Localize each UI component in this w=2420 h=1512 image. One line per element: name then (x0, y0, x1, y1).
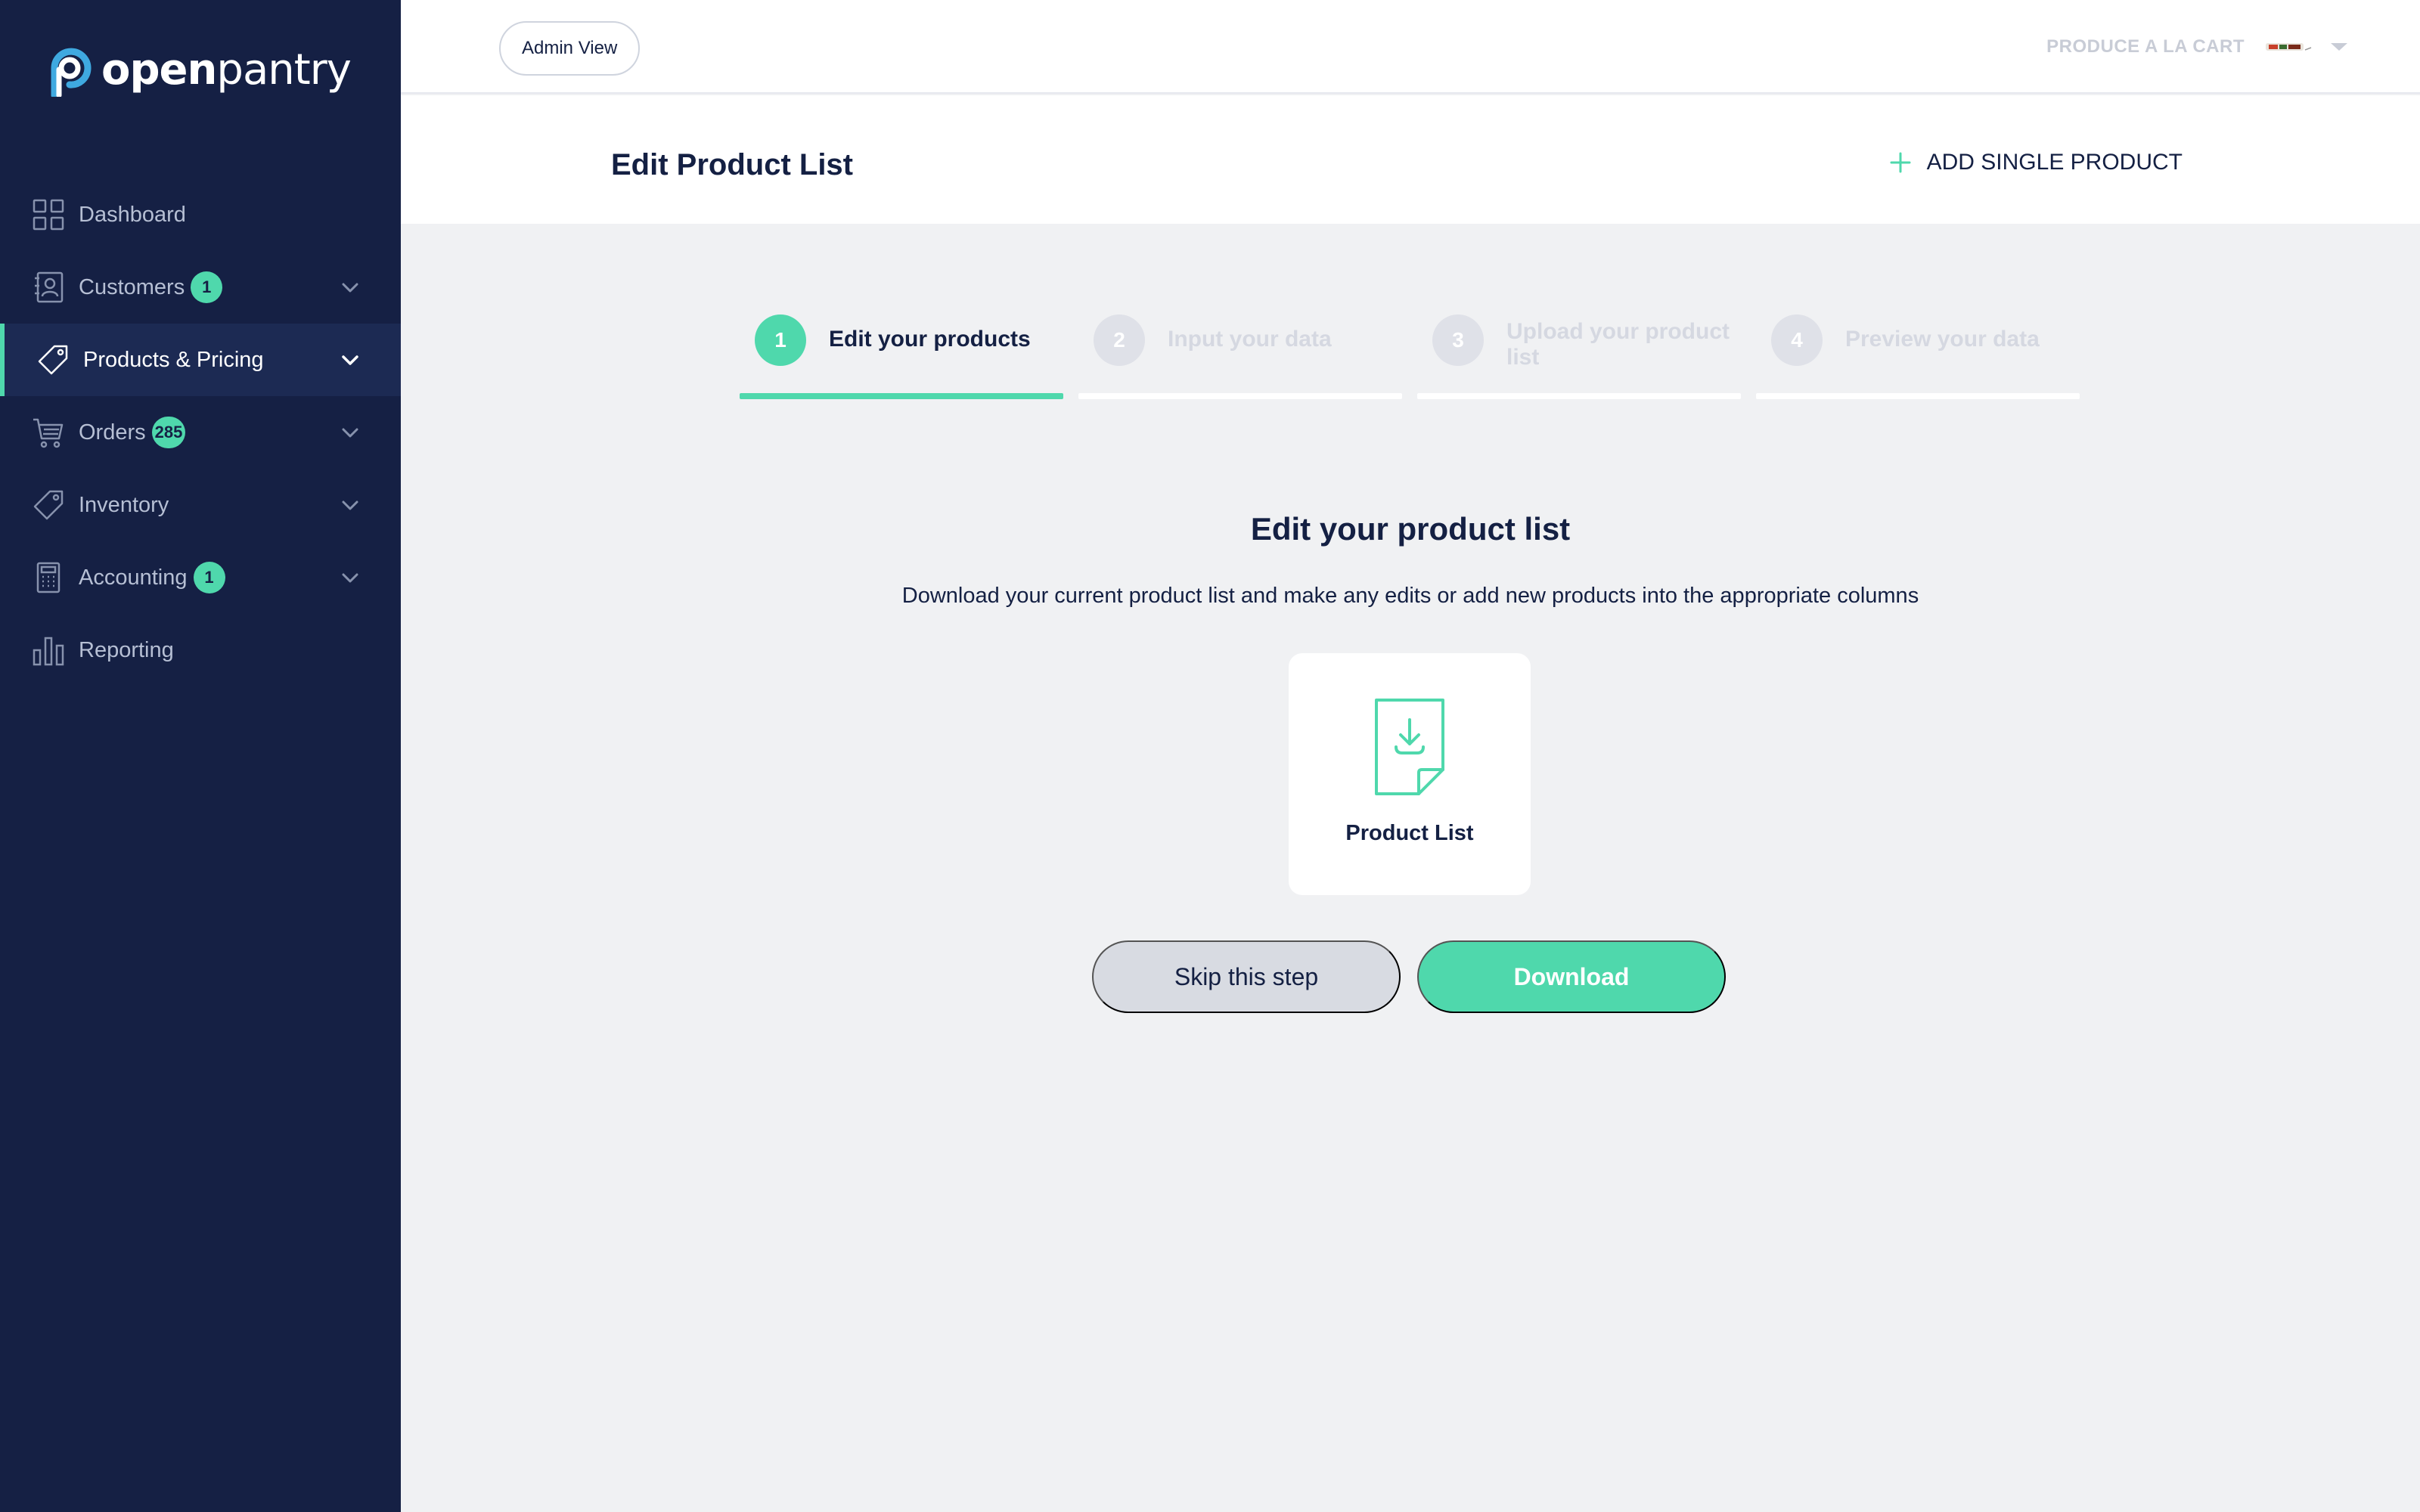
accounting-count-badge: 1 (193, 562, 225, 593)
logo-text: openpantry (101, 45, 352, 94)
chevron-down-icon[interactable] (339, 494, 361, 516)
step-edit-products[interactable]: 1 Edit your products (740, 302, 1063, 399)
sidebar-item-label: Dashboard (79, 202, 186, 227)
sidebar-item-label: Reporting (79, 637, 174, 662)
sidebar-item-label: Customers (79, 274, 185, 299)
step-number: 1 (755, 314, 806, 366)
chevron-down-icon[interactable] (339, 421, 361, 444)
sidebar-item-accounting[interactable]: Accounting 1 (0, 541, 401, 614)
cart-icon (32, 416, 65, 449)
account-logo-icon (2266, 43, 2312, 51)
step-number: 2 (1094, 314, 1145, 366)
step-upload-product-list[interactable]: 3 Upload your product list (1417, 302, 1741, 399)
calculator-icon (32, 561, 65, 594)
add-single-product-button[interactable]: ADD SINGLE PRODUCT (1889, 150, 2183, 175)
orders-count-badge: 285 (151, 417, 186, 448)
sidebar-item-reporting[interactable]: Reporting (0, 614, 401, 686)
sidebar: openpantry Dashboard Customers 1 Product… (0, 0, 401, 1512)
openpantry-logo[interactable]: openpantry (44, 39, 352, 100)
sidebar-item-orders[interactable]: Orders 285 (0, 396, 401, 469)
tag-icon (32, 488, 65, 522)
sidebar-item-label: Products & Pricing (83, 347, 264, 372)
progress-stepper: 1 Edit your products 2 Input your data 3… (740, 302, 2081, 399)
step-label: Upload your product list (1506, 319, 1730, 370)
account-name: PRODUCE A LA CART (2046, 36, 2245, 57)
step-progress-bar (1417, 393, 1741, 399)
file-download-icon (1375, 699, 1444, 795)
chevron-down-icon[interactable] (339, 276, 361, 299)
step-progress-bar (740, 393, 1063, 399)
top-bar: Admin View PRODUCE A LA CART (401, 0, 2420, 94)
page-header: Edit Product List ADD SINGLE PRODUCT (401, 95, 2420, 224)
bar-chart-icon (32, 634, 65, 667)
sidebar-item-dashboard[interactable]: Dashboard (0, 178, 401, 251)
step-label: Edit your products (829, 327, 1031, 352)
step-input-data[interactable]: 2 Input your data (1078, 302, 1402, 399)
step-number: 3 (1432, 314, 1484, 366)
contacts-icon (32, 271, 65, 304)
section-description: Download your current product list and m… (901, 584, 1919, 608)
admin-view-button[interactable]: Admin View (499, 21, 641, 76)
sidebar-item-label: Inventory (79, 492, 169, 517)
chevron-down-icon[interactable] (339, 349, 361, 371)
customers-count-badge: 1 (191, 271, 223, 303)
step-preview-data[interactable]: 4 Preview your data (1756, 302, 2080, 399)
download-button[interactable]: Download (1417, 940, 1726, 1013)
step-number: 4 (1771, 314, 1823, 366)
sidebar-item-label: Accounting (79, 565, 188, 590)
page-title: Edit Product List (611, 148, 853, 181)
sidebar-item-customers[interactable]: Customers 1 (0, 251, 401, 324)
plus-icon (1890, 152, 1911, 173)
step-label: Input your data (1168, 327, 1332, 352)
step-progress-bar (1756, 393, 2080, 399)
step-label: Preview your data (1845, 327, 2040, 352)
skip-step-button[interactable]: Skip this step (1092, 940, 1401, 1013)
add-single-product-label: ADD SINGLE PRODUCT (1926, 150, 2183, 175)
chevron-down-icon[interactable] (339, 566, 361, 589)
grid-icon (32, 198, 65, 231)
caret-down-icon (2331, 43, 2347, 51)
product-list-download-card[interactable]: Product List (1289, 653, 1531, 895)
sidebar-item-inventory[interactable]: Inventory (0, 469, 401, 541)
step-progress-bar (1078, 393, 1402, 399)
sidebar-nav: Dashboard Customers 1 Products & Pricing… (0, 178, 401, 686)
logo-mark-icon (51, 48, 92, 97)
account-switcher[interactable]: PRODUCE A LA CART (2046, 30, 2349, 64)
section-title: Edit your product list (1250, 511, 1571, 547)
tag-icon (36, 343, 70, 376)
sidebar-item-label: Orders (79, 420, 146, 445)
sidebar-item-products-pricing[interactable]: Products & Pricing (0, 324, 401, 396)
card-label: Product List (1345, 821, 1474, 845)
